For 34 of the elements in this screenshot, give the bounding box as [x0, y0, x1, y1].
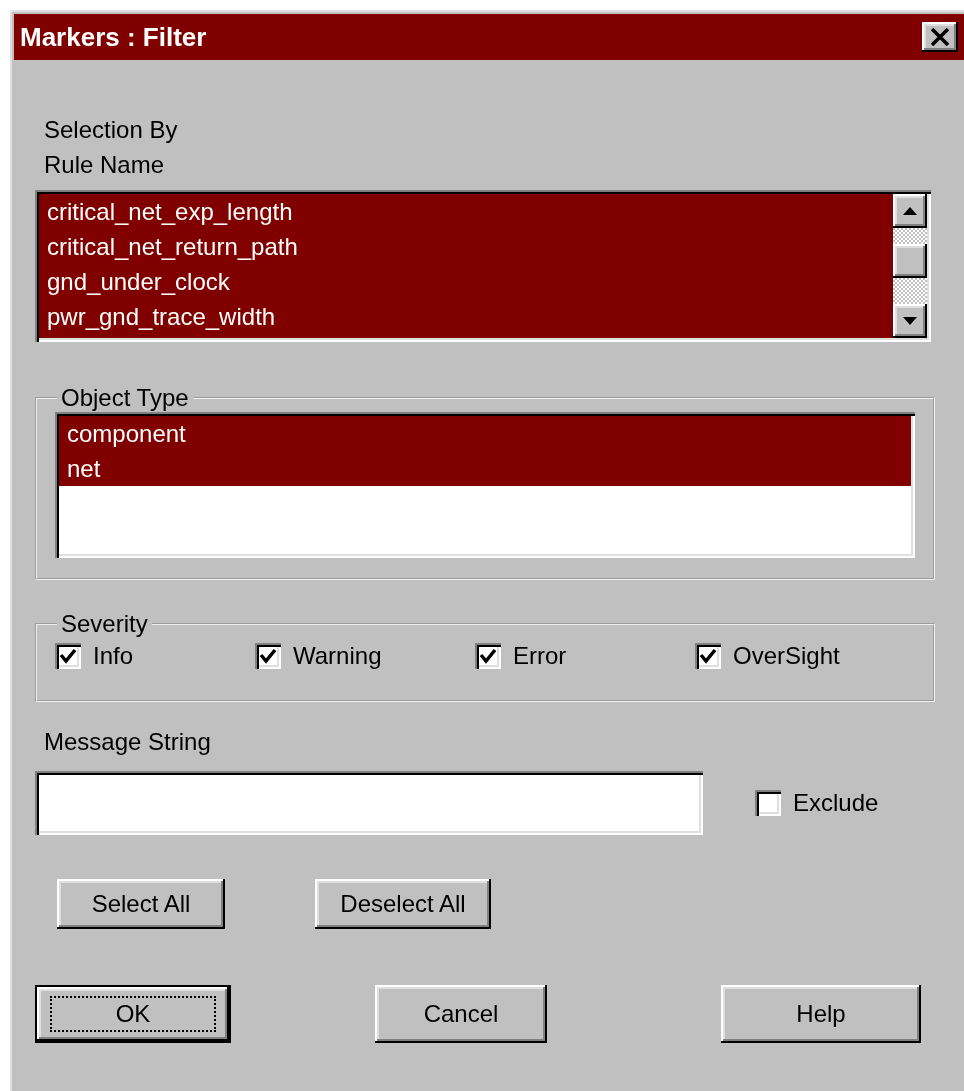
checkbox[interactable] [255, 643, 281, 669]
dialog-button[interactable]: Cancel [375, 985, 547, 1043]
field-label: Selection By [43, 115, 179, 145]
scroll-thumb[interactable] [893, 244, 927, 278]
close-icon [930, 28, 950, 46]
message-input[interactable] [35, 771, 703, 835]
dialog-button[interactable]: OK [35, 985, 231, 1043]
select-button[interactable]: Deselect All [315, 879, 491, 929]
dialog-button[interactable]: Help [721, 985, 921, 1043]
group-label: Severity [60, 610, 149, 638]
list-item[interactable]: component [59, 416, 911, 451]
field-label: Message String [43, 727, 212, 757]
down-arrow-icon [903, 317, 917, 325]
scroll-up-button[interactable] [893, 194, 927, 228]
window-title: Markers : Filter [20, 21, 207, 53]
checkbox-label: Exclude [793, 789, 879, 817]
checkbox[interactable] [755, 790, 781, 816]
checkbox-label: Error [513, 642, 567, 670]
checkbox-label: Info [93, 642, 134, 670]
select-button[interactable]: Select All [57, 879, 225, 929]
list-item[interactable]: net [59, 451, 911, 486]
checkbox[interactable] [695, 643, 721, 669]
object-type-list[interactable]: component net [55, 412, 915, 558]
field-label: Rule Name [43, 150, 166, 180]
checkbox[interactable] [55, 643, 81, 669]
checkbox[interactable] [475, 643, 501, 669]
checkbox-label: OverSight [733, 642, 840, 670]
checkbox-label: Warning [293, 642, 382, 670]
scroll-bar[interactable] [893, 194, 927, 338]
scroll-down-button[interactable] [893, 304, 927, 338]
rule-list[interactable]: critical_net_exp_length critical_net_return_path gnd_under_clock pwr_gnd_trace_width [35, 190, 931, 342]
up-arrow-icon [903, 207, 917, 215]
group-label: Object Type [60, 384, 190, 412]
close-button[interactable] [922, 22, 958, 52]
